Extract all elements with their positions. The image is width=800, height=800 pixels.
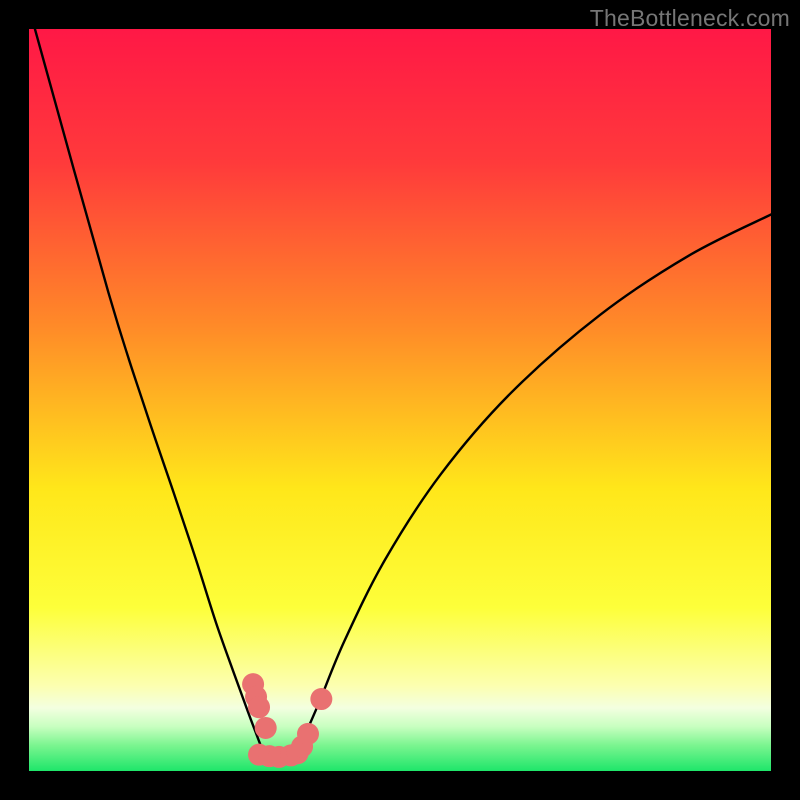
valley-marker-left-3 xyxy=(255,717,277,739)
valley-marker-right-0 xyxy=(297,723,319,745)
chart-plot-area xyxy=(29,29,771,771)
chart-background-gradient xyxy=(29,29,771,771)
valley-marker-right-1 xyxy=(310,688,332,710)
watermark-text: TheBottleneck.com xyxy=(590,5,790,32)
chart-svg xyxy=(29,29,771,771)
valley-marker-left-2 xyxy=(248,696,270,718)
